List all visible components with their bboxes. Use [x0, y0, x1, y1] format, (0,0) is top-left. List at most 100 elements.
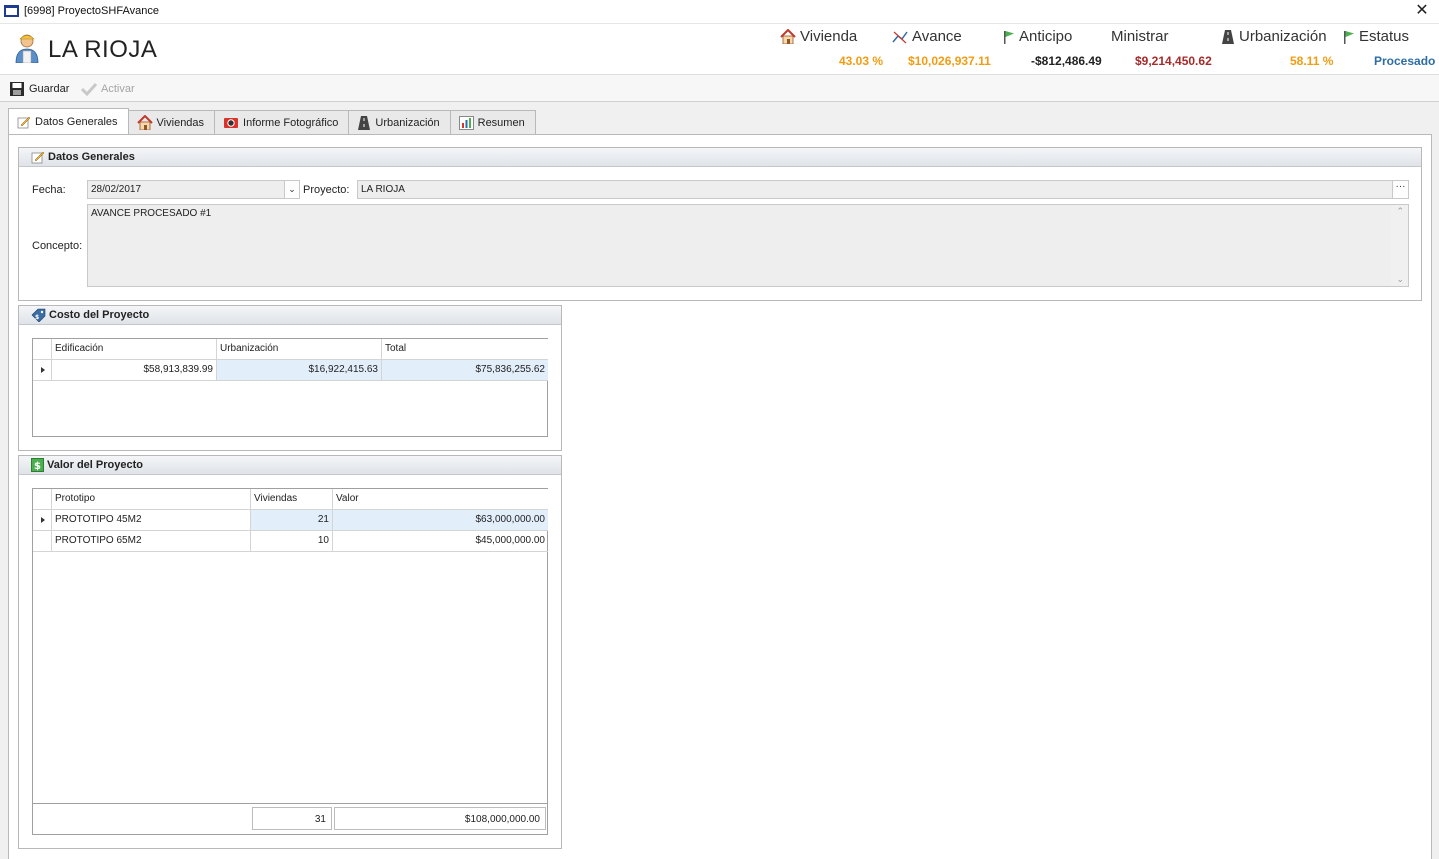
- project-header: LA RIOJA Vivienda 43.03 % Avance $10,026…: [0, 24, 1439, 74]
- tab-resumen-label: Resumen: [477, 116, 525, 129]
- stat-ministrar-value: $9,214,450.62: [1135, 54, 1212, 68]
- cell-prototipo[interactable]: PROTOTIPO 45M2: [52, 510, 251, 531]
- house-icon: [136, 115, 153, 130]
- scroll-down-icon[interactable]: ⌄: [1396, 274, 1404, 285]
- costo-grid-header-row: Edificación Urbanización Total: [33, 339, 548, 360]
- stat-vivienda: Vivienda 43.03 %: [780, 28, 883, 68]
- valor-grid: Prototipo Viviendas Valor PROTOTIPO 45M2…: [32, 488, 548, 835]
- cell-prototipo[interactable]: PROTOTIPO 65M2: [52, 531, 251, 552]
- cell-valor[interactable]: $63,000,000.00: [333, 510, 548, 531]
- concepto-textarea[interactable]: AVANCE PROCESADO #1 ⌃ ⌄: [87, 204, 1409, 287]
- costo-proyecto-header: $ Costo del Proyecto: [19, 306, 561, 325]
- concepto-scrollbar[interactable]: ⌃ ⌄: [1391, 205, 1408, 286]
- save-label: Guardar: [29, 83, 70, 95]
- road-icon: [358, 115, 371, 130]
- table-row[interactable]: PROTOTIPO 45M2 21 $63,000,000.00: [33, 510, 548, 531]
- costo-proyecto-title: Costo del Proyecto: [49, 309, 150, 321]
- cell-valor[interactable]: $45,000,000.00: [333, 531, 548, 552]
- browse-ellipsis-button[interactable]: ···: [1392, 181, 1408, 198]
- tab-informe-fotografico[interactable]: Informe Fotográfico: [214, 110, 350, 134]
- page-title: LA RIOJA: [48, 36, 158, 63]
- edit-icon: [17, 116, 31, 128]
- stat-avance-value: $10,026,937.11: [908, 54, 991, 68]
- stat-anticipo: Anticipo -$812,486.49: [1003, 28, 1102, 68]
- row-indicator[interactable]: [33, 360, 52, 381]
- col-header-urbanizacion[interactable]: Urbanización: [217, 339, 382, 360]
- tab-datos-generales-label: Datos Generales: [35, 115, 118, 128]
- stat-avance-label: Avance: [912, 28, 962, 45]
- fecha-label: Fecha:: [32, 184, 66, 196]
- col-header-total[interactable]: Total: [382, 339, 548, 360]
- valor-proyecto-title: Valor del Proyecto: [47, 459, 143, 471]
- trend-icon: [892, 31, 908, 43]
- stat-ministrar: Ministrar $9,214,450.62: [1111, 28, 1212, 68]
- tab-informe-fotografico-label: Informe Fotográfico: [243, 116, 339, 129]
- stat-urbanizacion-label: Urbanización: [1239, 28, 1327, 45]
- row-indicator[interactable]: [33, 531, 52, 552]
- price-tag-icon: $: [31, 308, 46, 322]
- tab-viviendas[interactable]: Viviendas: [127, 110, 216, 134]
- worker-avatar-icon: [15, 34, 39, 63]
- stat-anticipo-value: -$812,486.49: [1031, 54, 1102, 68]
- tab-datos-generales[interactable]: Datos Generales: [8, 108, 129, 134]
- total-valor: $108,000,000.00: [334, 807, 546, 830]
- tab-strip: Datos Generales Viviendas Informe Fotogr…: [8, 108, 536, 134]
- stat-avance: Avance $10,026,937.11: [892, 28, 991, 68]
- datos-generales-group: Datos Generales Fecha: 28/02/2017 ⌄ Proy…: [18, 147, 1422, 301]
- tab-urbanizacion-label: Urbanización: [375, 116, 440, 129]
- stat-urbanizacion: Urbanización 58.11 %: [1221, 28, 1333, 68]
- app-icon: [4, 5, 19, 17]
- cell-viviendas[interactable]: 10: [251, 531, 333, 552]
- flag-icon: [1004, 30, 1014, 44]
- stat-anticipo-label: Anticipo: [1019, 28, 1073, 45]
- activate-button[interactable]: Activar: [81, 81, 135, 97]
- stat-vivienda-value: 43.03 %: [839, 54, 884, 68]
- table-row[interactable]: $58,913,839.99 $16,922,415.63 $75,836,25…: [33, 360, 548, 381]
- cell-total[interactable]: $75,836,255.62: [382, 360, 548, 381]
- valor-grid-header-row: Prototipo Viviendas Valor: [33, 489, 548, 510]
- close-button[interactable]: ✕: [1411, 1, 1433, 21]
- edit-icon: [31, 151, 45, 164]
- scroll-up-icon[interactable]: ⌃: [1396, 206, 1404, 217]
- current-row-arrow-icon: [41, 367, 45, 373]
- chevron-down-icon[interactable]: ⌄: [284, 181, 299, 198]
- stat-vivienda-label: Vivienda: [800, 28, 858, 45]
- col-header-edificacion[interactable]: Edificación: [52, 339, 217, 360]
- money-icon: $: [31, 458, 44, 472]
- cell-edificacion[interactable]: $58,913,839.99: [52, 360, 217, 381]
- current-row-arrow-icon: [41, 517, 45, 523]
- datos-generales-title: Datos Generales: [48, 151, 135, 163]
- col-header-prototipo[interactable]: Prototipo: [52, 489, 251, 510]
- tab-resumen[interactable]: Resumen: [449, 110, 536, 134]
- fecha-date-picker[interactable]: 28/02/2017 ⌄: [87, 180, 300, 199]
- concepto-label: Concepto:: [32, 240, 83, 252]
- svg-text:$: $: [35, 314, 39, 321]
- tab-urbanizacion[interactable]: Urbanización: [348, 110, 451, 134]
- row-indicator-header: [33, 339, 52, 360]
- save-button[interactable]: Guardar: [9, 81, 69, 97]
- footer-divider: [33, 803, 547, 804]
- costo-proyecto-group: $ Costo del Proyecto Edificación Urbaniz…: [18, 305, 562, 451]
- camera-icon: [224, 118, 239, 128]
- cell-urbanizacion[interactable]: $16,922,415.63: [217, 360, 382, 381]
- table-row[interactable]: PROTOTIPO 65M2 10 $45,000,000.00: [33, 531, 548, 552]
- cell-viviendas[interactable]: 21: [251, 510, 333, 531]
- total-viviendas: 31: [252, 807, 332, 830]
- proyecto-field[interactable]: LA RIOJA ···: [357, 180, 1409, 199]
- stat-estatus-value: Procesado: [1374, 54, 1436, 68]
- svg-text:$: $: [34, 461, 41, 472]
- window-titlebar: [6998] ProyectoSHFAvance ✕: [0, 0, 1439, 24]
- tab-viviendas-label: Viviendas: [156, 116, 205, 129]
- costo-grid: Edificación Urbanización Total $58,913,8…: [32, 338, 548, 437]
- datos-generales-header: Datos Generales: [19, 148, 1421, 167]
- row-indicator[interactable]: [33, 510, 52, 531]
- floppy-disk-icon: [10, 82, 24, 96]
- window-title: [6998] ProyectoSHFAvance: [24, 5, 159, 17]
- stat-urbanizacion-value: 58.11 %: [1290, 54, 1334, 68]
- valor-proyecto-group: $ Valor del Proyecto Prototipo Viviendas…: [18, 455, 562, 849]
- col-header-viviendas[interactable]: Viviendas: [251, 489, 333, 510]
- col-header-valor[interactable]: Valor: [333, 489, 548, 510]
- fecha-value: 28/02/2017: [91, 184, 142, 195]
- concepto-value: AVANCE PROCESADO #1: [91, 208, 212, 219]
- activate-label: Activar: [101, 83, 135, 95]
